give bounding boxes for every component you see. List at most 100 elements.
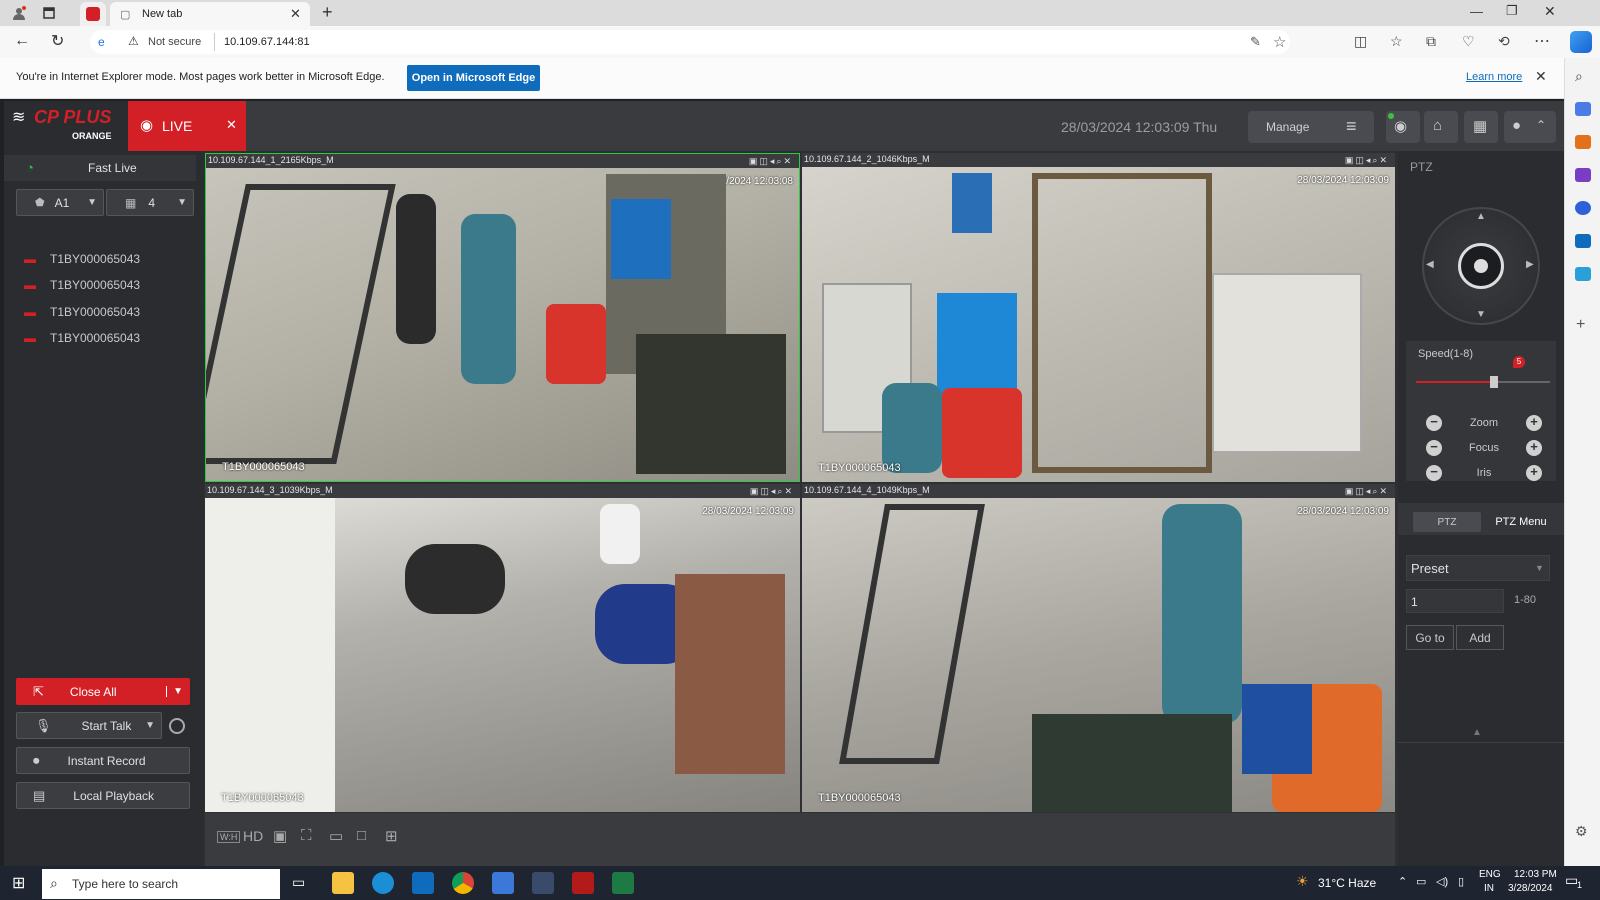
outlook-icon[interactable] [1575,234,1591,248]
ptz-direction-pad[interactable]: ▲ ▼ ◀ ▶ [1422,207,1540,325]
instant-record-button[interactable]: ⏺ Instant Record [16,747,190,774]
weather-text[interactable]: 31°C Haze [1318,876,1376,890]
speed-slider-track[interactable] [1416,376,1550,388]
close-all-button[interactable]: ⇱ Close All ▼ [16,678,190,705]
snipping-tool-icon[interactable] [572,872,594,894]
iris-close-icon[interactable]: − [1426,465,1442,481]
layout-button[interactable]: ▦ [1464,111,1498,143]
search-icon[interactable]: ⌕ [1575,68,1583,85]
start-talk-button[interactable]: 🎙 Start Talk ▼ [16,712,162,739]
live-tab-close-icon[interactable]: ✕ [226,117,237,133]
profile-icon[interactable] [10,4,28,22]
new-tab-icon[interactable]: + [322,2,333,23]
collections-icon[interactable]: ⧉ [1426,33,1436,50]
speed-slider-handle[interactable] [1489,376,1498,388]
talk-status-icon[interactable] [169,718,185,734]
tab-ptz[interactable]: PTZ [1413,512,1481,532]
split-screen-icon[interactable]: ◫ [1354,33,1367,50]
camera-tile-4[interactable]: 10.109.67.144_4_1049Kbps_M ▣◫◂⌕✕ 28/03/2… [802,484,1395,812]
tray-chevron-icon[interactable]: ⌃ [1398,875,1407,888]
device-item[interactable]: ▬ T1BY000065043 [24,328,194,348]
tab-new-tab[interactable]: ▢ New tab ✕ [110,2,310,26]
more-options-icon[interactable]: ⋯ [1534,31,1550,51]
tools-icon[interactable] [1575,135,1591,149]
manage-menu-button[interactable]: Manage ≡ [1248,111,1374,143]
focus-in-icon[interactable]: + [1526,440,1542,456]
minimize-icon[interactable]: — [1470,4,1483,19]
clock-time[interactable]: 12:03 PM [1514,869,1557,880]
add-preset-button[interactable]: Add [1456,625,1504,650]
tab-ptz-menu[interactable]: PTZ Menu [1488,512,1554,532]
clock-date[interactable]: 3/28/2024 [1508,883,1553,894]
outlook-icon[interactable] [412,872,434,894]
ie-mode-icon[interactable]: e [98,35,105,49]
preset-select[interactable]: Preset ▼ [1406,555,1550,581]
camera-tile-1[interactable]: 10.109.67.144_1_2165Kbps_M ▣◫◂⌕✕ 28/03/2… [205,153,800,482]
shopping-icon[interactable] [1575,102,1591,116]
ptz-center-icon[interactable] [1458,243,1504,289]
layout-1x1-icon[interactable]: ▭ [329,827,343,845]
layout-select[interactable]: ▦ 4 ▼ [106,189,194,216]
stream-switch-icon[interactable]: ▣ [273,827,287,845]
teams-icon[interactable] [532,872,554,894]
iris-open-icon[interactable]: + [1525,465,1542,481]
device-item[interactable]: ▬ T1BY000065043 [24,302,194,322]
battery-icon[interactable]: ▯ [1458,875,1464,888]
network-icon[interactable]: ▭ [1416,875,1426,888]
preview-view-button[interactable]: ◉ [1386,111,1420,143]
chevron-down-icon[interactable]: ▼ [145,720,155,731]
open-in-edge-button[interactable]: Open in Microsoft Edge [407,65,540,91]
browser-essentials-icon[interactable]: ♡ [1462,33,1475,50]
tab-actions-icon[interactable] [40,4,58,22]
add-sidebar-app-icon[interactable]: + [1576,316,1585,334]
notification-icon[interactable]: ▭ 1 [1565,872,1585,892]
read-aloud-icon[interactable]: ✎ [1250,34,1261,50]
edge-icon[interactable] [372,872,394,894]
preset-number-input[interactable]: 1 [1406,589,1504,613]
camera-tile-2[interactable]: 10.109.67.144_2_1046Kbps_M ▣◫◂⌕✕ 28/03/2… [802,153,1395,482]
device-item[interactable]: ▬ T1BY000065043 [24,275,194,295]
focus-out-icon[interactable]: − [1426,440,1442,456]
ie-bar-close-icon[interactable]: ✕ [1535,68,1547,85]
tab-pinned-app[interactable] [80,2,106,26]
camera-tools-icon[interactable]: ▣◫◂⌕✕ [749,156,793,167]
restore-icon[interactable]: ❐ [1506,3,1518,19]
language-code[interactable]: ENG [1479,869,1501,880]
local-playback-button[interactable]: ▤ Local Playback [16,782,190,809]
task-view-icon[interactable]: ▭ [292,874,305,891]
copilot-icon[interactable] [1570,31,1592,53]
drop-icon[interactable] [1575,267,1591,281]
learn-more-link[interactable]: Learn more [1466,71,1522,83]
ptz-down-icon[interactable]: ▼ [1476,309,1486,320]
camera-tools-icon[interactable]: ▣◫◂⌕✕ [750,486,794,497]
collapse-up-icon[interactable]: ▲ [1472,727,1482,738]
zoom-in-icon[interactable]: + [1526,415,1542,431]
ptz-up-icon[interactable]: ▲ [1476,211,1486,222]
taskbar-search-box[interactable]: ⌕ Type here to search [42,869,280,899]
file-explorer-icon[interactable] [332,872,354,894]
url-text[interactable]: 10.109.67.144:81 [224,36,310,48]
windows-start-icon[interactable]: ⊞ [12,873,25,893]
device-item[interactable]: ▬ T1BY000065043 [24,249,194,269]
refresh-icon[interactable]: ↻ [51,31,64,51]
user-menu-button[interactable]: ● ⌃ [1504,111,1556,143]
ptz-left-icon[interactable]: ◀ [1426,259,1434,270]
fullscreen-icon[interactable]: ⛶ [301,827,312,844]
store-icon[interactable] [492,872,514,894]
live-tab[interactable]: ◉ LIVE ✕ [128,101,246,151]
aspect-ratio-button[interactable]: W:H [217,831,241,843]
microsoft365-icon[interactable] [1575,201,1591,215]
tab-close-icon[interactable]: ✕ [290,6,301,22]
camera-tools-icon[interactable]: ▣◫◂⌕✕ [1345,155,1389,166]
back-icon[interactable]: ← [14,32,30,50]
address-bar[interactable]: e ⚠ Not secure 10.109.67.144:81 ✎ ☆ [90,30,1290,54]
ie-mode-toggle-icon[interactable]: ⟲ [1498,33,1510,50]
home-button[interactable]: ⌂ [1424,111,1458,143]
window-close-icon[interactable]: ✕ [1544,3,1556,20]
chrome-icon[interactable] [452,872,474,894]
zoom-out-icon[interactable]: − [1426,415,1442,431]
games-icon[interactable] [1575,168,1591,182]
camera-tile-3[interactable]: 10.109.67.144_3_1039Kbps_M ▣◫◂⌕✕ 28/03/2… [205,484,800,812]
goto-preset-button[interactable]: Go to [1406,625,1454,650]
excel-icon[interactable] [612,872,634,894]
